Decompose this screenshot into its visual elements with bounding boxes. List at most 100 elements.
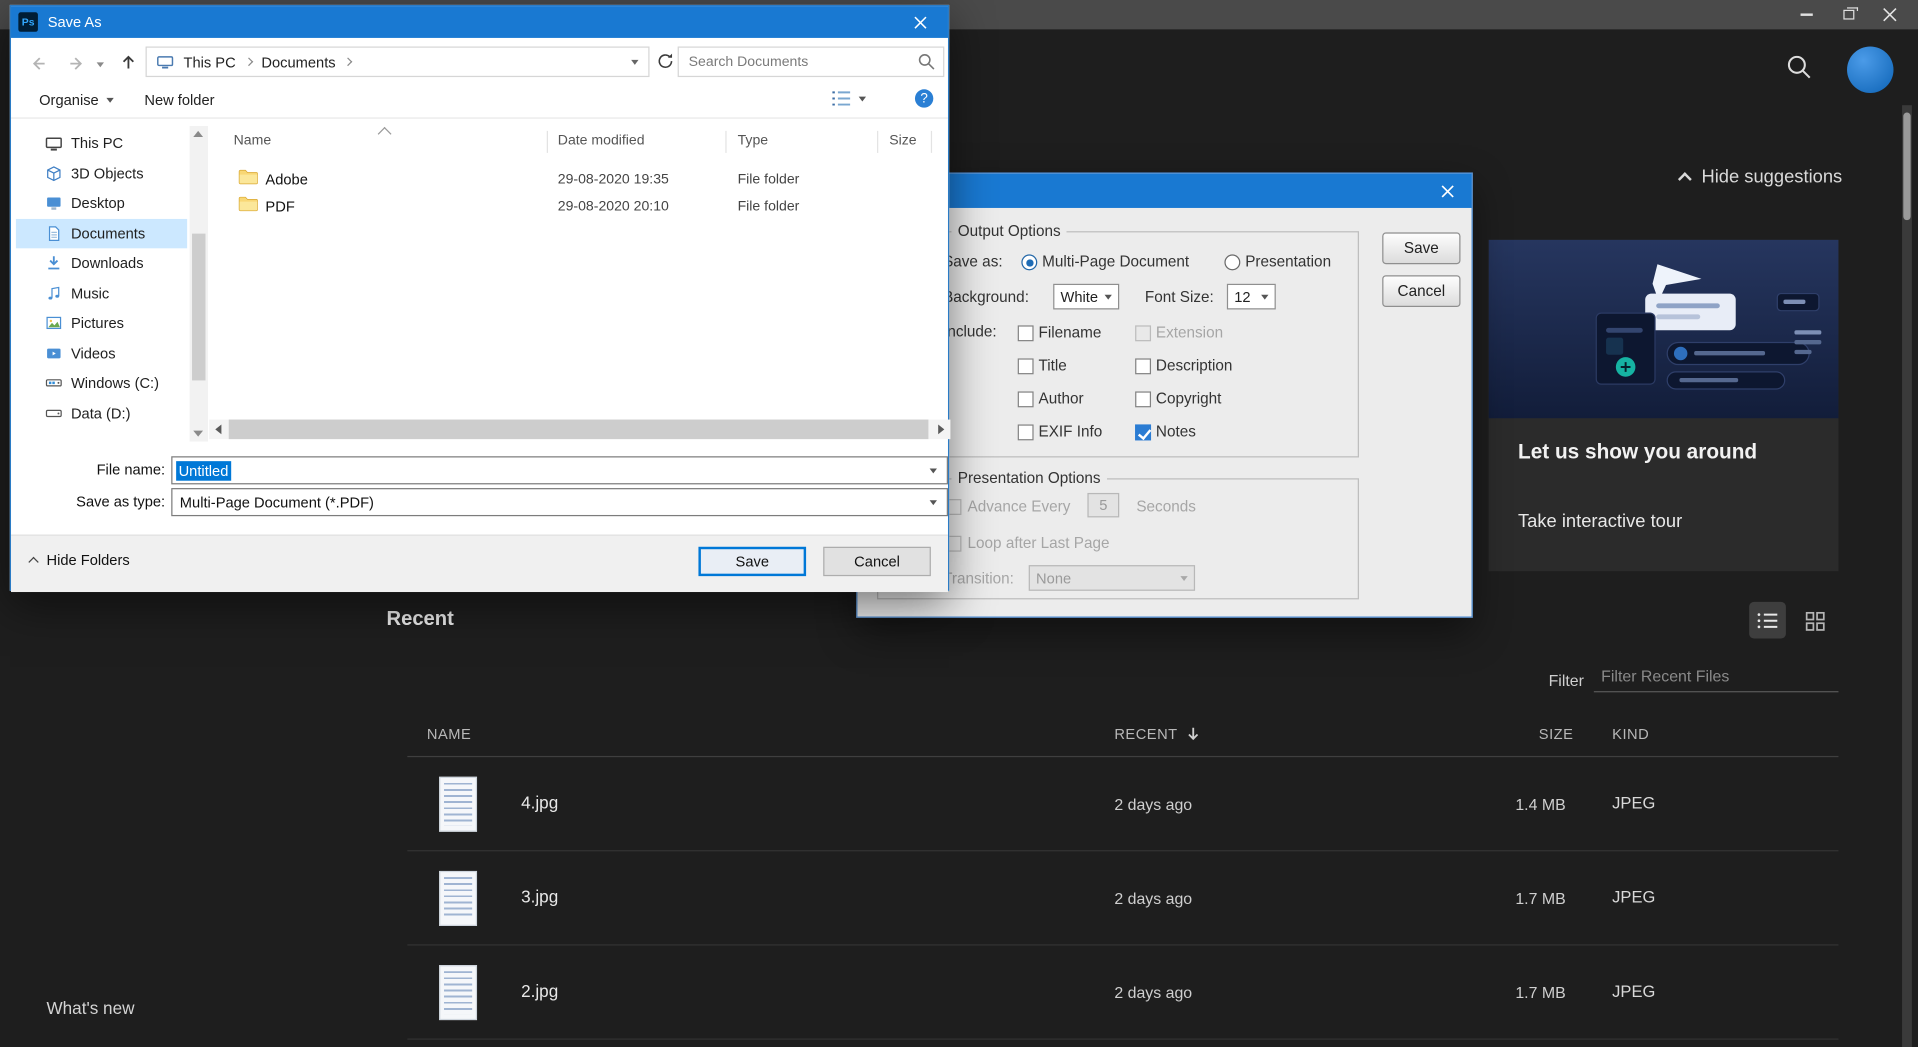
breadcrumb-this-pc[interactable]: This PC: [183, 53, 235, 70]
file-name-input[interactable]: Untitled: [171, 456, 948, 484]
file-row-type: File folder: [738, 172, 800, 187]
sidebar-item-3d-objects[interactable]: 3D Objects: [16, 158, 187, 188]
breadcrumb-documents[interactable]: Documents: [261, 53, 335, 70]
recent-file-row[interactable]: 2.jpg 2 days ago 1.7 MB JPEG: [407, 946, 1838, 1040]
close-button[interactable]: [1869, 0, 1911, 29]
author-checkbox[interactable]: [1018, 391, 1034, 407]
column-header-kind[interactable]: KIND: [1612, 725, 1649, 742]
folder-icon: [239, 196, 259, 216]
scrollbar-thumb[interactable]: [1903, 113, 1910, 221]
avatar[interactable]: [1847, 46, 1893, 92]
column-header-recent[interactable]: RECENT: [1114, 725, 1199, 742]
recent-file-row[interactable]: 4.jpg 2 days ago 1.4 MB JPEG: [407, 757, 1838, 851]
sidebar-item-desktop[interactable]: Desktop: [16, 188, 187, 218]
scroll-down-icon[interactable]: [193, 431, 203, 437]
new-folder-button[interactable]: New folder: [144, 92, 214, 109]
scrollbar-thumb[interactable]: [229, 420, 929, 440]
folder-icon: [239, 169, 259, 189]
help-icon: ?: [915, 89, 933, 107]
pdf-cancel-button[interactable]: Cancel: [1382, 275, 1460, 307]
notes-checkbox[interactable]: [1135, 424, 1151, 440]
sidebar-item-music[interactable]: Music: [16, 278, 187, 308]
filter-input[interactable]: [1594, 661, 1839, 693]
sidebar-item-this-pc[interactable]: This PC: [16, 128, 187, 158]
column-name[interactable]: Name: [234, 133, 272, 148]
grid-view-button[interactable]: [1799, 605, 1831, 637]
file-thumbnail: [439, 871, 477, 926]
search-box[interactable]: [678, 46, 945, 77]
font-size-dropdown[interactable]: 12: [1227, 284, 1276, 310]
breadcrumb[interactable]: This PC Documents: [146, 46, 650, 77]
scroll-up-icon[interactable]: [193, 131, 203, 137]
exif-info-checkbox[interactable]: [1018, 424, 1034, 440]
help-button[interactable]: ?: [915, 89, 933, 107]
file-size: 1.7 MB: [1453, 889, 1566, 907]
list-view-icon: [1757, 611, 1779, 629]
list-view-button[interactable]: [1749, 602, 1786, 639]
whats-new-link[interactable]: What's new: [46, 998, 134, 1018]
sidebar-item-data-d[interactable]: Data (D:): [16, 398, 187, 428]
close-icon: [1440, 184, 1453, 197]
address-dropdown-icon[interactable]: [631, 59, 638, 64]
file-kind: JPEG: [1612, 794, 1655, 812]
description-checkbox[interactable]: [1135, 358, 1151, 374]
horizontal-scrollbar[interactable]: [209, 420, 950, 440]
font-size-label: Font Size:: [1145, 289, 1214, 306]
pdf-save-button[interactable]: Save: [1382, 232, 1460, 264]
take-interactive-tour-link[interactable]: Take interactive tour: [1518, 511, 1682, 532]
minimize-button[interactable]: [1786, 0, 1828, 29]
hide-suggestions-button[interactable]: Hide suggestions: [1678, 166, 1842, 187]
file-name: 4.jpg: [521, 793, 558, 813]
sidebar-item-pictures[interactable]: Pictures: [16, 308, 187, 338]
file-row-type: File folder: [738, 199, 800, 214]
recent-table-header: NAME RECENT SIZE KIND: [407, 713, 1838, 757]
sidebar-item-downloads[interactable]: Downloads: [16, 248, 187, 278]
column-type[interactable]: Type: [738, 133, 769, 148]
sidebar-item-videos[interactable]: Videos: [16, 338, 187, 368]
sort-ascending-icon: [378, 127, 392, 141]
hide-folders-button[interactable]: Hide Folders: [28, 552, 130, 569]
sidebar-item-windows-c[interactable]: Windows (C:): [16, 368, 187, 398]
up-button[interactable]: [119, 53, 139, 76]
filename-checkbox[interactable]: [1018, 325, 1034, 341]
scroll-right-icon[interactable]: [938, 424, 944, 434]
sidebar-item-documents[interactable]: Documents: [16, 218, 187, 248]
recent-locations-dropdown[interactable]: [97, 62, 104, 67]
column-header-name[interactable]: NAME: [427, 725, 471, 742]
tour-card[interactable]: Let us show you around Take interactive …: [1489, 240, 1839, 571]
pdf-dialog-close-button[interactable]: [1432, 180, 1461, 202]
sidebar-scrollbar[interactable]: [190, 126, 208, 442]
cancel-button[interactable]: Cancel: [823, 547, 931, 576]
app-scrollbar[interactable]: [1902, 105, 1912, 1047]
back-button[interactable]: [28, 54, 48, 77]
save-as-type-dropdown[interactable]: Multi-Page Document (*.PDF): [171, 488, 948, 516]
grid-view-icon: [1805, 612, 1825, 632]
save-as-close-button[interactable]: [893, 6, 948, 38]
multi-page-document-radio[interactable]: [1021, 254, 1037, 270]
scrollbar-thumb[interactable]: [192, 234, 205, 381]
column-header-size[interactable]: SIZE: [1539, 725, 1574, 742]
search-input[interactable]: [679, 54, 918, 69]
copyright-checkbox[interactable]: [1135, 391, 1151, 407]
file-thumbnail: [439, 965, 477, 1020]
organise-button[interactable]: Organise: [39, 92, 113, 109]
file-row-name[interactable]: Adobe: [265, 171, 307, 188]
title-checkbox[interactable]: [1018, 358, 1034, 374]
column-date-modified[interactable]: Date modified: [558, 133, 645, 148]
tour-title: Let us show you around: [1518, 440, 1757, 464]
file-row-name[interactable]: PDF: [265, 198, 294, 215]
column-size[interactable]: Size: [889, 133, 916, 148]
save-button[interactable]: Save: [698, 547, 806, 576]
restore-button[interactable]: [1827, 0, 1869, 29]
forward-button[interactable]: [67, 54, 87, 77]
presentation-radio[interactable]: [1224, 254, 1240, 270]
restore-icon: [1843, 10, 1854, 20]
filename-checkbox-label: Filename: [1038, 324, 1101, 341]
search-icon[interactable]: [1786, 54, 1813, 87]
refresh-button[interactable]: [656, 51, 676, 74]
recent-file-row[interactable]: 3.jpg 2 days ago 1.7 MB JPEG: [407, 851, 1838, 945]
scroll-left-icon[interactable]: [215, 424, 221, 434]
file-name-label: File name:: [11, 461, 165, 478]
change-view-button[interactable]: [831, 89, 866, 107]
background-dropdown[interactable]: White: [1053, 284, 1119, 310]
